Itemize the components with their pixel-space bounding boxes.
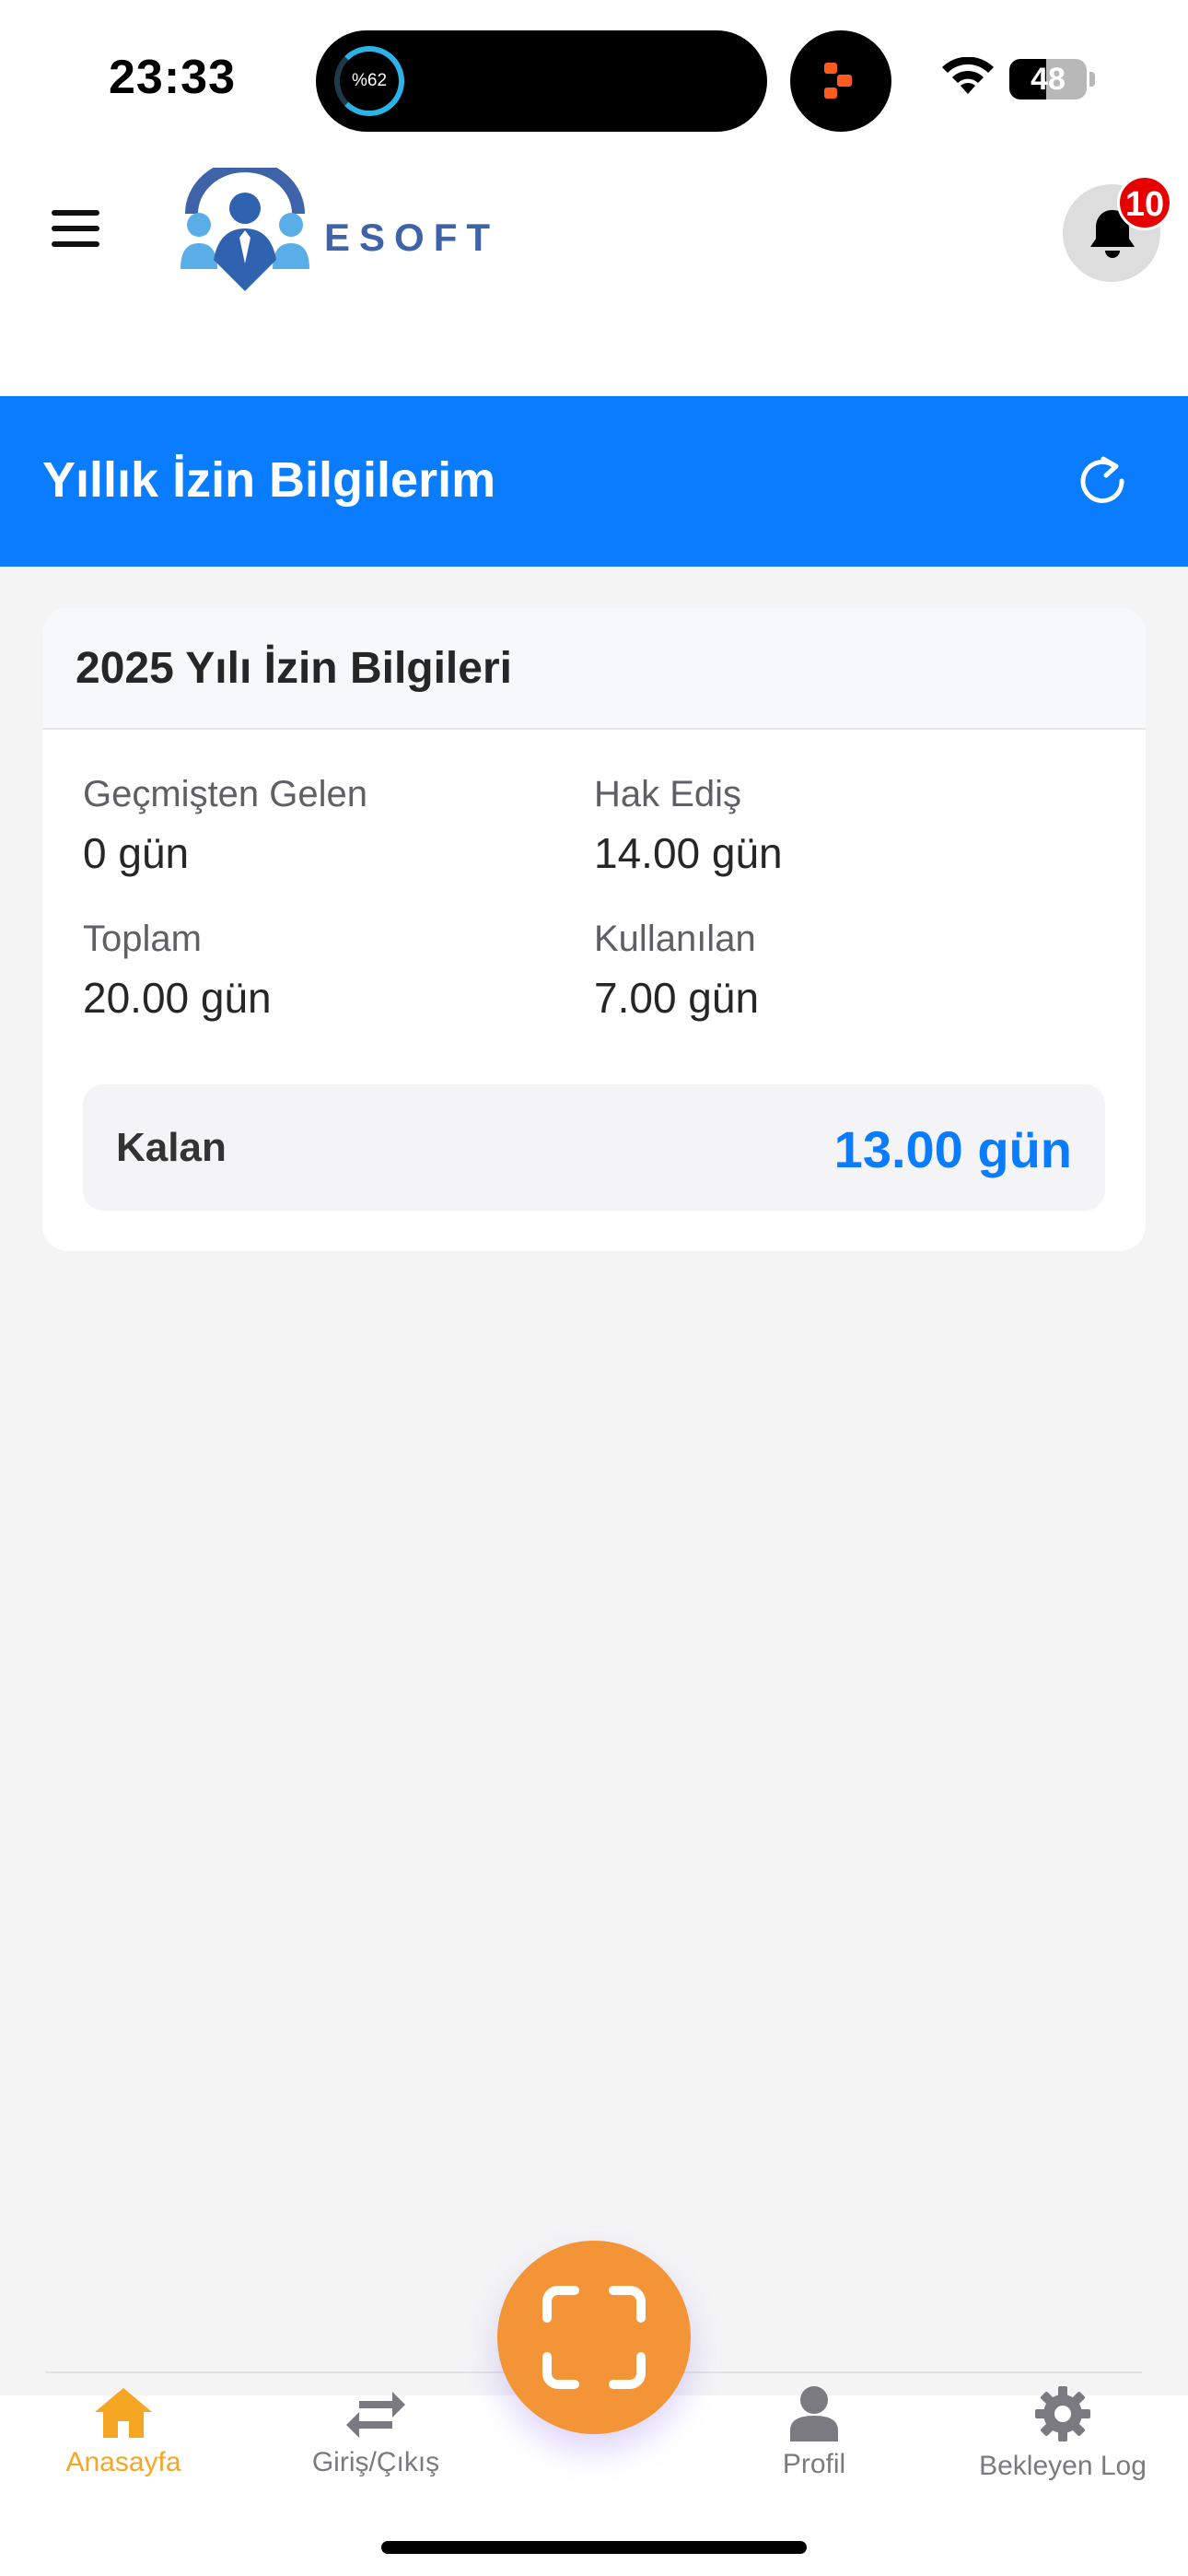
stat-carried-over: Geçmişten Gelen 0 gün bbox=[83, 774, 367, 878]
page-title: Yıllık İzin Bilgilerim bbox=[42, 452, 496, 508]
scan-icon bbox=[542, 2286, 646, 2389]
battery-icon: 48 bbox=[1009, 59, 1087, 100]
stat-value: 20.00 gün bbox=[83, 974, 272, 1022]
refresh-icon[interactable] bbox=[1076, 453, 1129, 509]
nav-label: Bekleyen Log bbox=[979, 2451, 1147, 2481]
remaining-value: 13.00 gün bbox=[833, 1120, 1072, 1178]
status-time: 23:33 bbox=[109, 51, 236, 104]
logo-mark-icon bbox=[181, 159, 309, 291]
remaining-label: Kalan bbox=[116, 1125, 227, 1170]
brand-name: ESOFT bbox=[324, 216, 500, 259]
page-title-bar: Yıllık İzin Bilgilerim bbox=[0, 396, 1188, 567]
battery-nub bbox=[1089, 72, 1095, 87]
nav-label: Profil bbox=[782, 2449, 846, 2479]
stat-value: 0 gün bbox=[83, 829, 190, 877]
stat-value: 14.00 gün bbox=[594, 829, 783, 877]
stat-label: Toplam bbox=[83, 919, 202, 959]
app-screen: 23:33 %62 48 ESOFT 10 Yıllık İzin Bilgil… bbox=[0, 0, 1188, 2576]
menu-button[interactable] bbox=[52, 208, 103, 249]
notification-count-badge: 10 bbox=[1117, 175, 1172, 230]
stat-label: Kullanılan bbox=[594, 919, 756, 959]
user-icon bbox=[790, 2386, 838, 2441]
leave-info-card: 2025 Yılı İzin Bilgileri Geçmişten Gelen… bbox=[42, 608, 1146, 1251]
stat-value: 7.00 gün bbox=[594, 974, 760, 1022]
home-indicator bbox=[381, 2541, 807, 2554]
dynamic-island: %62 bbox=[316, 30, 767, 132]
swap-icon bbox=[346, 2392, 405, 2438]
home-icon bbox=[95, 2388, 152, 2438]
nav-item-checkin[interactable]: Giriş/Çıkış bbox=[256, 2384, 495, 2486]
card-title: 2025 Yılı İzin Bilgileri bbox=[76, 644, 512, 693]
stat-used: Kullanılan 7.00 gün bbox=[594, 919, 759, 1023]
nav-item-pending-log[interactable]: Bekleyen Log bbox=[943, 2384, 1182, 2486]
scan-button[interactable] bbox=[497, 2241, 691, 2434]
activity-progress-ring: %62 bbox=[334, 46, 404, 116]
live-activity-app-icon bbox=[790, 30, 891, 132]
stat-entitlement: Hak Ediş 14.00 gün bbox=[594, 774, 783, 878]
nav-label: Anasayfa bbox=[65, 2447, 181, 2477]
gear-icon bbox=[1035, 2386, 1090, 2441]
status-bar: 23:33 %62 48 bbox=[0, 0, 1188, 157]
nav-label: Giriş/Çıkış bbox=[311, 2447, 440, 2477]
battery-level: 48 bbox=[1031, 62, 1066, 97]
menu-icon bbox=[52, 210, 99, 216]
stat-label: Hak Ediş bbox=[594, 774, 742, 814]
stat-total: Toplam 20.00 gün bbox=[83, 919, 272, 1023]
nav-item-profile[interactable]: Profil bbox=[694, 2384, 934, 2486]
stat-label: Geçmişten Gelen bbox=[83, 774, 368, 814]
card-header: 2025 Yılı İzin Bilgileri bbox=[42, 608, 1146, 730]
activity-progress-text: %62 bbox=[351, 71, 388, 90]
app-header: ESOFT 10 bbox=[0, 157, 1188, 396]
nav-item-home[interactable]: Anasayfa bbox=[4, 2384, 243, 2486]
wifi-icon bbox=[942, 57, 994, 94]
esoft-logo: ESOFT bbox=[171, 159, 494, 297]
remaining-box: Kalan 13.00 gün bbox=[83, 1084, 1105, 1211]
